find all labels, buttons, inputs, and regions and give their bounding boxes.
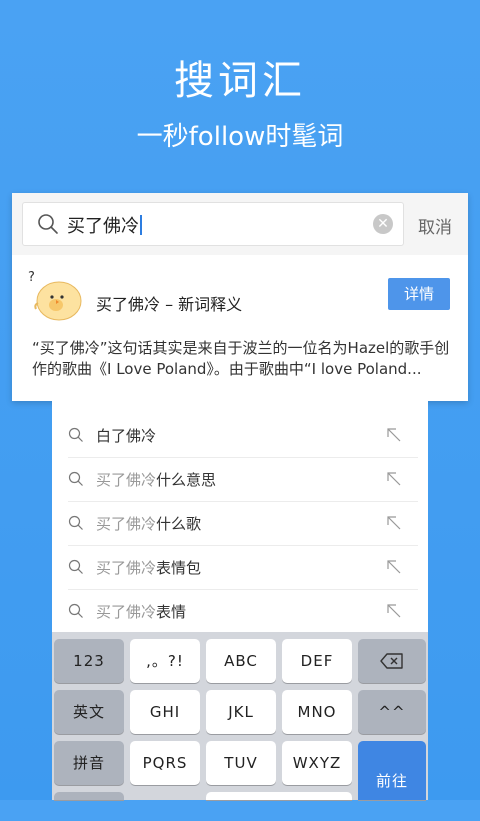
suggestion-item[interactable]: 买了佛冷表情包 xyxy=(68,545,418,590)
text-caret xyxy=(140,215,142,235)
fill-arrow-icon[interactable] xyxy=(386,515,402,531)
search-card: 买了佛冷 ✕ 取消 ? 买了佛冷 – 新词释义 详情 “买了佛冷”这句话其实是来… xyxy=(12,193,468,401)
page-title: 搜词汇 xyxy=(174,58,306,104)
backspace-key[interactable] xyxy=(358,639,426,683)
keyboard: 123 ,。?! ABC DEF 英文 GHI JKL MNO ^^ 拼音 PQ… xyxy=(52,632,428,800)
key-mno[interactable]: MNO xyxy=(282,690,352,734)
search-icon xyxy=(68,559,83,574)
cancel-button[interactable]: 取消 xyxy=(418,213,452,238)
page-subtitle: 一秒follow时髦词 xyxy=(136,122,344,152)
key-jkl[interactable]: JKL xyxy=(206,690,276,734)
fill-arrow-icon[interactable] xyxy=(386,427,402,443)
suggestion-item[interactable]: 买了佛冷什么歌 xyxy=(68,501,418,546)
suggestion-list: 白了佛冷 买了佛冷什么意思 买了佛冷什么歌 买了佛冷表情包 买了佛冷表情 xyxy=(52,401,428,632)
fill-arrow-icon[interactable] xyxy=(386,559,402,575)
backspace-icon xyxy=(380,653,403,669)
search-input[interactable]: 买了佛冷 ✕ xyxy=(22,202,404,246)
clear-input-icon[interactable]: ✕ xyxy=(373,214,393,234)
key-ghi[interactable]: GHI xyxy=(130,690,200,734)
key-pinyin[interactable]: 拼音 xyxy=(54,741,124,785)
suggestion-item[interactable]: 白了佛冷 xyxy=(68,413,418,458)
go-key[interactable]: 前往 xyxy=(358,741,426,800)
search-bar: 买了佛冷 ✕ 取消 xyxy=(12,193,468,255)
search-icon xyxy=(38,214,58,234)
result-description: “买了佛冷”这句话其实是来自于波兰的一位名为Hazel的歌手创作的歌曲《I Lo… xyxy=(32,339,450,378)
search-query: 买了佛冷 xyxy=(67,212,142,238)
search-icon xyxy=(68,427,83,442)
space-key[interactable] xyxy=(206,792,352,800)
key-wxyz[interactable]: WXYZ xyxy=(282,741,352,785)
svg-text:?: ? xyxy=(28,270,35,285)
key-tuv[interactable]: TUV xyxy=(206,741,276,785)
suggestion-text: 买了佛冷表情 xyxy=(96,603,187,621)
suggestion-text: 买了佛冷什么歌 xyxy=(96,515,202,533)
key-emoticon[interactable]: ^^ xyxy=(358,690,426,734)
key-123[interactable]: 123 xyxy=(54,639,124,683)
key-english[interactable]: 英文 xyxy=(54,690,124,734)
fill-arrow-icon[interactable] xyxy=(386,471,402,487)
mascot-chick-icon: ? xyxy=(28,270,82,321)
suggestion-item[interactable]: 买了佛冷什么意思 xyxy=(68,457,418,502)
result-title: 买了佛冷 – 新词释义 xyxy=(96,295,243,314)
key-abc[interactable]: ABC xyxy=(206,639,276,683)
search-icon xyxy=(68,603,83,618)
search-icon xyxy=(68,515,83,530)
suggestion-text: 买了佛冷什么意思 xyxy=(96,471,217,489)
key-partial-1[interactable] xyxy=(54,792,124,800)
suggestion-text: 白了佛冷 xyxy=(96,427,157,445)
detail-button[interactable]: 详情 xyxy=(388,278,450,310)
fill-arrow-icon[interactable] xyxy=(386,603,402,619)
key-def[interactable]: DEF xyxy=(282,639,352,683)
key-punctuation[interactable]: ,。?! xyxy=(130,639,200,683)
suggestion-text: 买了佛冷表情包 xyxy=(96,559,202,577)
key-pqrs[interactable]: PQRS xyxy=(130,741,200,785)
search-icon xyxy=(68,471,83,486)
suggestion-item[interactable]: 买了佛冷表情 xyxy=(68,589,418,633)
